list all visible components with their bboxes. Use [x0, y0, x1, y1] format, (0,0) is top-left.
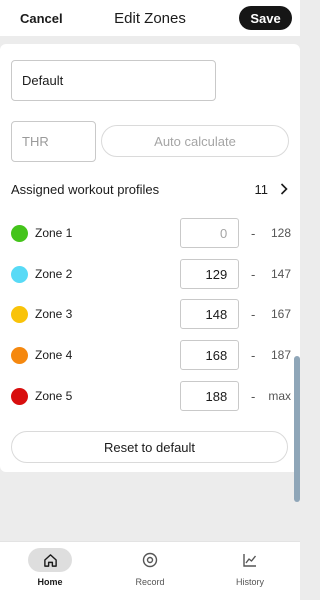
zone-2-max: 147 [270, 267, 292, 281]
zone-2-color-dot [11, 265, 28, 283]
zone-4-min-input[interactable]: 168 [180, 340, 240, 370]
zones-card: Default THR Auto calculate Assigned work… [0, 44, 300, 472]
home-icon [43, 553, 57, 567]
zone-row-4: Zone 4 168 - 187 [11, 340, 291, 370]
zone-2-min-input[interactable]: 129 [180, 259, 240, 289]
zone-3-min-input[interactable]: 148 [180, 299, 240, 329]
record-icon [142, 552, 158, 568]
zone-1-min-input[interactable]: 0 [180, 218, 240, 248]
nav-item-record[interactable]: Record [100, 542, 200, 600]
scrollbar[interactable] [294, 356, 300, 502]
nav-item-home[interactable]: Home [0, 542, 100, 600]
range-dash: - [250, 266, 256, 282]
reset-to-default-button[interactable]: Reset to default [11, 431, 288, 463]
bottom-navigation: Home Record History [0, 541, 300, 600]
chart-icon [243, 554, 257, 567]
range-dash: - [250, 225, 256, 241]
top-bar: Cancel Edit Zones Save [0, 0, 300, 36]
nav-label-home: Home [37, 577, 63, 587]
zone-5-color-dot [11, 387, 28, 405]
zone-1-color-dot [11, 224, 28, 242]
zone-row-1: Zone 1 0 - 128 [11, 218, 291, 248]
home-pill [28, 548, 72, 572]
history-pill [228, 548, 272, 572]
nav-item-history[interactable]: History [200, 542, 300, 600]
zone-5-label: Zone 5 [35, 389, 73, 403]
chevron-right-icon [280, 183, 288, 195]
nav-label-record: Record [135, 577, 165, 587]
zone-4-max: 187 [270, 348, 292, 362]
save-button[interactable]: Save [239, 6, 292, 30]
nav-label-history: History [235, 577, 264, 587]
range-dash: - [250, 388, 256, 404]
range-dash: - [250, 347, 256, 363]
zone-5-min-input[interactable]: 188 [180, 381, 240, 411]
profiles-label: Assigned workout profiles [11, 181, 160, 197]
zone-row-2: Zone 2 129 - 147 [11, 259, 291, 289]
zone-set-name-input[interactable]: Default [11, 60, 216, 101]
zone-1-label: Zone 1 [35, 226, 73, 240]
zone-1-max: 128 [270, 226, 292, 240]
zone-row-3: Zone 3 148 - 167 [11, 299, 291, 329]
zone-3-color-dot [11, 305, 28, 323]
assigned-workout-profiles-row[interactable]: Assigned workout profiles 11 [11, 179, 288, 199]
thr-input[interactable]: THR [11, 121, 96, 162]
auto-calculate-button[interactable]: Auto calculate [101, 125, 289, 157]
zone-4-label: Zone 4 [35, 348, 73, 362]
zone-5-max: max [268, 389, 292, 403]
zone-2-label: Zone 2 [35, 267, 73, 281]
zone-row-5: Zone 5 188 - max [11, 381, 291, 411]
profiles-count: 11 [254, 181, 269, 197]
zone-3-max: 167 [270, 307, 292, 321]
cancel-button[interactable]: Cancel [20, 11, 63, 26]
zone-3-label: Zone 3 [35, 307, 73, 321]
range-dash: - [250, 306, 256, 322]
zone-4-color-dot [11, 346, 28, 364]
record-pill [128, 548, 172, 572]
